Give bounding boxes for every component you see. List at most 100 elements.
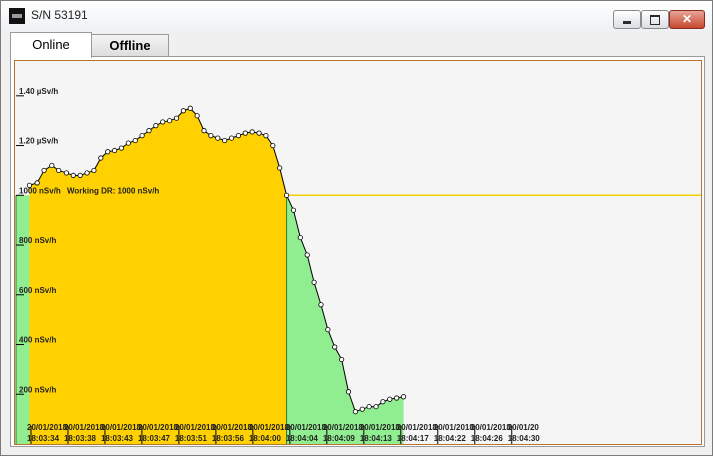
data-point	[235, 133, 242, 139]
tab-panel-online: 200 nSv/h 400 nSv/h 600 nSv/h 800 nSv/h 1000…	[10, 56, 705, 447]
data-point	[270, 142, 276, 149]
x-tick-time: 18:04:04	[286, 434, 319, 443]
data-point	[339, 356, 345, 363]
data-point	[63, 170, 70, 176]
data-point	[118, 145, 125, 151]
y-tick-label: 1.20 µSv/h	[19, 137, 58, 146]
x-tick-time: 18:03:47	[138, 434, 171, 443]
x-tick-date: 20/01/2018	[397, 423, 438, 432]
x-tick-time: 18:03:38	[64, 434, 97, 443]
data-point	[380, 399, 386, 405]
data-point	[277, 165, 283, 171]
data-point	[70, 172, 76, 179]
above-threshold-area	[29, 108, 287, 444]
tab-offline[interactable]: Offline	[91, 34, 169, 57]
data-point	[283, 192, 290, 198]
minimize-button[interactable]	[613, 10, 641, 29]
data-point	[105, 149, 111, 155]
data-point	[394, 395, 400, 401]
data-point	[180, 108, 186, 114]
x-tick-time: 18:04:00	[249, 434, 282, 443]
data-point	[153, 123, 159, 129]
data-point	[222, 137, 228, 144]
application-window: S/N 53191 ✕ Online Offline 200 nSv/h 400 …	[0, 0, 713, 456]
x-tick-date: 20/01/2018	[360, 423, 401, 432]
data-point	[194, 113, 200, 119]
x-tick-date: 20/01/2018	[434, 423, 475, 432]
data-point	[208, 133, 214, 139]
data-point	[125, 140, 131, 146]
data-point	[332, 344, 338, 350]
x-tick-time: 18:04:17	[397, 434, 430, 443]
chart-canvas: 200 nSv/h 400 nSv/h 600 nSv/h 800 nSv/h 1000…	[15, 87, 701, 444]
data-point	[132, 137, 138, 144]
data-point	[187, 105, 193, 111]
x-tick-date: 20/01/2018	[64, 423, 105, 432]
data-point	[41, 167, 47, 174]
dose-rate-chart: 200 nSv/h 400 nSv/h 600 nSv/h 800 nSv/h 1000…	[14, 60, 702, 445]
x-tick-date: 20/01/2018	[101, 423, 142, 432]
data-point	[297, 234, 303, 241]
data-point	[400, 394, 407, 400]
y-tick-label: 800 nSv/h	[19, 236, 56, 245]
data-point	[77, 172, 83, 179]
minimize-icon	[623, 21, 631, 24]
x-tick-date: 20/01/20	[508, 423, 540, 432]
data-point	[366, 404, 372, 410]
data-point	[49, 162, 55, 169]
data-point	[304, 252, 310, 258]
data-point	[84, 170, 90, 176]
below-threshold-area	[16, 195, 30, 444]
x-tick-date: 20/01/2018	[175, 423, 216, 432]
x-tick-time: 18:03:51	[175, 434, 208, 443]
data-point	[98, 155, 104, 161]
data-point	[352, 409, 358, 415]
data-point	[34, 180, 40, 186]
x-tick-date: 20/01/2018	[471, 423, 512, 432]
x-tick-time: 18:04:09	[323, 434, 356, 443]
below-threshold-area	[286, 195, 404, 444]
y-tick-label: 600 nSv/h	[19, 286, 56, 295]
data-point	[256, 130, 262, 136]
tab-online[interactable]: Online	[10, 32, 92, 58]
close-icon: ✕	[681, 12, 693, 26]
y-tick-label: 400 nSv/h	[19, 336, 56, 345]
maximize-icon	[650, 15, 660, 25]
maximize-button[interactable]	[641, 10, 669, 29]
data-point	[263, 133, 269, 139]
device-icon	[9, 8, 25, 24]
data-point	[242, 130, 248, 136]
data-point	[146, 128, 152, 134]
close-button[interactable]: ✕	[669, 10, 705, 29]
title-bar[interactable]: S/N 53191 ✕	[1, 1, 712, 31]
data-point	[249, 129, 255, 135]
data-point	[91, 167, 97, 174]
data-point	[215, 135, 221, 141]
data-point	[345, 389, 352, 395]
data-point	[56, 167, 62, 174]
data-point	[111, 147, 118, 154]
y-tick-label: 1.40 µSv/h	[19, 87, 58, 96]
x-tick-time: 18:04:30	[508, 434, 541, 443]
x-tick-date: 20/01/2018	[286, 423, 327, 432]
data-point	[311, 279, 317, 285]
x-tick-time: 18:04:22	[434, 434, 467, 443]
x-tick-time: 18:03:56	[212, 434, 245, 443]
y-tick-label: 200 nSv/h	[19, 385, 56, 394]
x-tick-time: 18:03:43	[101, 434, 134, 443]
data-point	[228, 135, 235, 141]
data-point	[325, 326, 331, 333]
data-point	[318, 302, 324, 308]
data-point	[359, 406, 365, 412]
tab-bar: Online Offline	[1, 31, 712, 58]
x-tick-date: 20/01/2018	[249, 423, 290, 432]
x-tick-time: 18:04:13	[360, 434, 393, 443]
data-point	[373, 404, 379, 410]
data-point	[160, 119, 166, 125]
data-point	[387, 396, 393, 402]
data-point	[139, 133, 145, 139]
x-tick-date: 20/01/2018	[212, 423, 253, 432]
data-point	[167, 118, 173, 124]
x-tick-date: 20/01/2018	[27, 423, 68, 432]
data-point	[201, 128, 207, 134]
